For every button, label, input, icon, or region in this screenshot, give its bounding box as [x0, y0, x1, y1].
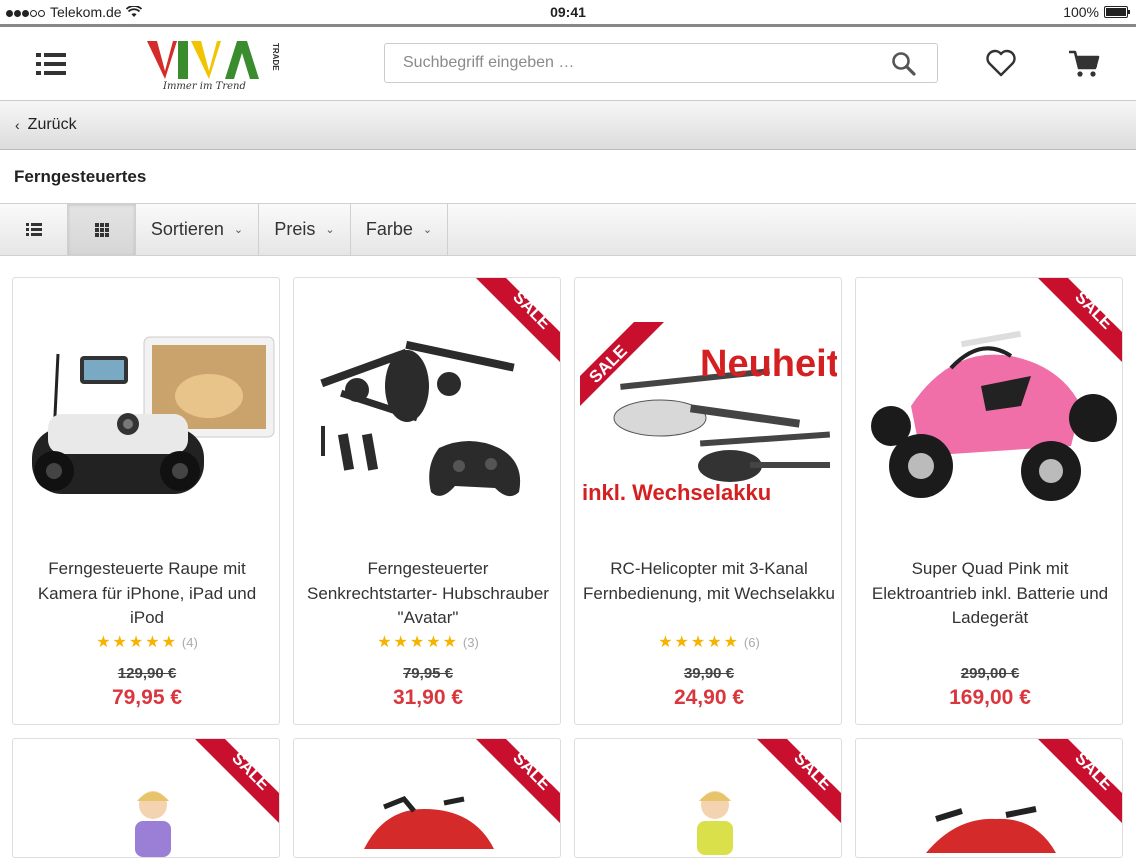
logo-tagline: Immer im Trend: [162, 81, 246, 92]
rating: ★★★★★ (4): [13, 632, 279, 652]
rating-count: (3): [462, 635, 479, 650]
page-title: Ferngesteuertes: [14, 167, 147, 186]
old-price: 129,90 €: [117, 665, 177, 682]
old-price: 39,90 €: [683, 665, 735, 682]
logo-trade: TRADE: [271, 43, 280, 71]
grid-view-button[interactable]: [68, 204, 136, 255]
back-bar: ‹ Zurück: [0, 101, 1136, 150]
sale-ribbon: SALE: [476, 278, 560, 362]
sort-label: Sortieren: [150, 219, 224, 239]
price: 79,95 €: [111, 686, 183, 709]
logo[interactable]: Immer im Trend TRADE: [145, 37, 285, 93]
color-filter-label: Farbe: [365, 219, 413, 239]
back-button[interactable]: ‹ Zurück: [15, 116, 77, 134]
product-card[interactable]: SALE Super Quad Pink mit Elektroantrieb …: [855, 277, 1123, 725]
product-image: [697, 791, 733, 855]
sale-ribbon: SALE: [757, 739, 841, 823]
sort-dropdown[interactable]: Sortieren ⌄: [136, 204, 259, 255]
rating: ★★★★★ (3): [294, 632, 560, 652]
product-card[interactable]: SALE: [12, 738, 280, 858]
product-card[interactable]: SALE Ferngesteuerter Senkrechtstarter- H…: [293, 277, 561, 725]
price: 31,90 €: [392, 686, 464, 709]
price-filter-label: Preis: [274, 219, 316, 239]
product-image: [135, 791, 171, 857]
cart-icon[interactable]: [1068, 49, 1100, 79]
battery-percent: 100%: [1063, 4, 1099, 20]
search-input[interactable]: [401, 53, 875, 73]
rating: ★★★★★ (6): [575, 632, 841, 652]
price-filter[interactable]: Preis ⌄: [259, 204, 351, 255]
chevron-down-icon: ⌄: [325, 224, 335, 236]
product-card[interactable]: SALE: [293, 738, 561, 858]
product-name: RC-Helicopter mit 3-Kanal Fernbedienung,…: [583, 559, 835, 603]
star-icons: ★★★★★: [658, 634, 740, 651]
color-filter[interactable]: Farbe ⌄: [351, 204, 448, 255]
old-price: 79,95 €: [402, 665, 454, 682]
price: 169,00 €: [949, 686, 1031, 709]
listing-toolbar: Sortieren ⌄ Preis ⌄ Farbe ⌄: [0, 203, 1136, 256]
product-image: [364, 796, 494, 849]
product-name: Ferngesteuerte Raupe mit Kamera für iPho…: [37, 559, 257, 627]
battery-icon: [1104, 6, 1130, 18]
rating-count: (4): [181, 635, 198, 650]
list-icon: [25, 223, 42, 236]
chevron-down-icon: ⌄: [233, 224, 244, 236]
price: 24,90 €: [673, 686, 745, 709]
product-image: [926, 806, 1056, 853]
product-card[interactable]: Ferngesteuerte Raupe mit Kamera für iPho…: [12, 277, 280, 725]
search-icon[interactable]: [891, 51, 917, 77]
product-name: Ferngesteuerter Senkrechtstarter- Hubsch…: [307, 559, 549, 627]
chevron-left-icon: ‹: [15, 117, 20, 133]
clock: 09:41: [550, 4, 586, 20]
list-view-button[interactable]: [0, 204, 68, 255]
search-box: [384, 43, 938, 83]
product-card[interactable]: SALE: [574, 738, 842, 858]
sale-ribbon: SALE: [580, 322, 664, 406]
sale-ribbon: SALE: [1038, 278, 1122, 362]
caption-text: inkl. Wechselakku: [582, 480, 771, 505]
star-icons: ★★★★★: [377, 634, 459, 651]
menu-icon[interactable]: [36, 53, 66, 75]
back-label: Zurück: [27, 116, 77, 133]
heart-icon[interactable]: [985, 48, 1017, 78]
product-card[interactable]: Neuheit inkl. Wechselakku SALE RC-Helico…: [574, 277, 842, 725]
chevron-down-icon: ⌄: [422, 224, 433, 236]
product-card[interactable]: SALE: [855, 738, 1123, 858]
grid-icon: [94, 222, 109, 237]
status-right: 100%: [1063, 4, 1130, 20]
star-icons: ★★★★★: [96, 634, 178, 651]
badge-text: Neuheit: [700, 343, 837, 385]
product-name: Super Quad Pink mit Elektroantrieb inkl.…: [871, 559, 1109, 627]
sale-ribbon: SALE: [195, 739, 279, 823]
old-price: 299,00 €: [960, 665, 1020, 682]
app-header: Immer im Trend TRADE: [0, 24, 1136, 101]
product-image: [18, 316, 275, 516]
status-bar: Telekom.de 09:41 100%: [0, 0, 1136, 24]
rating-count: (6): [743, 635, 760, 650]
